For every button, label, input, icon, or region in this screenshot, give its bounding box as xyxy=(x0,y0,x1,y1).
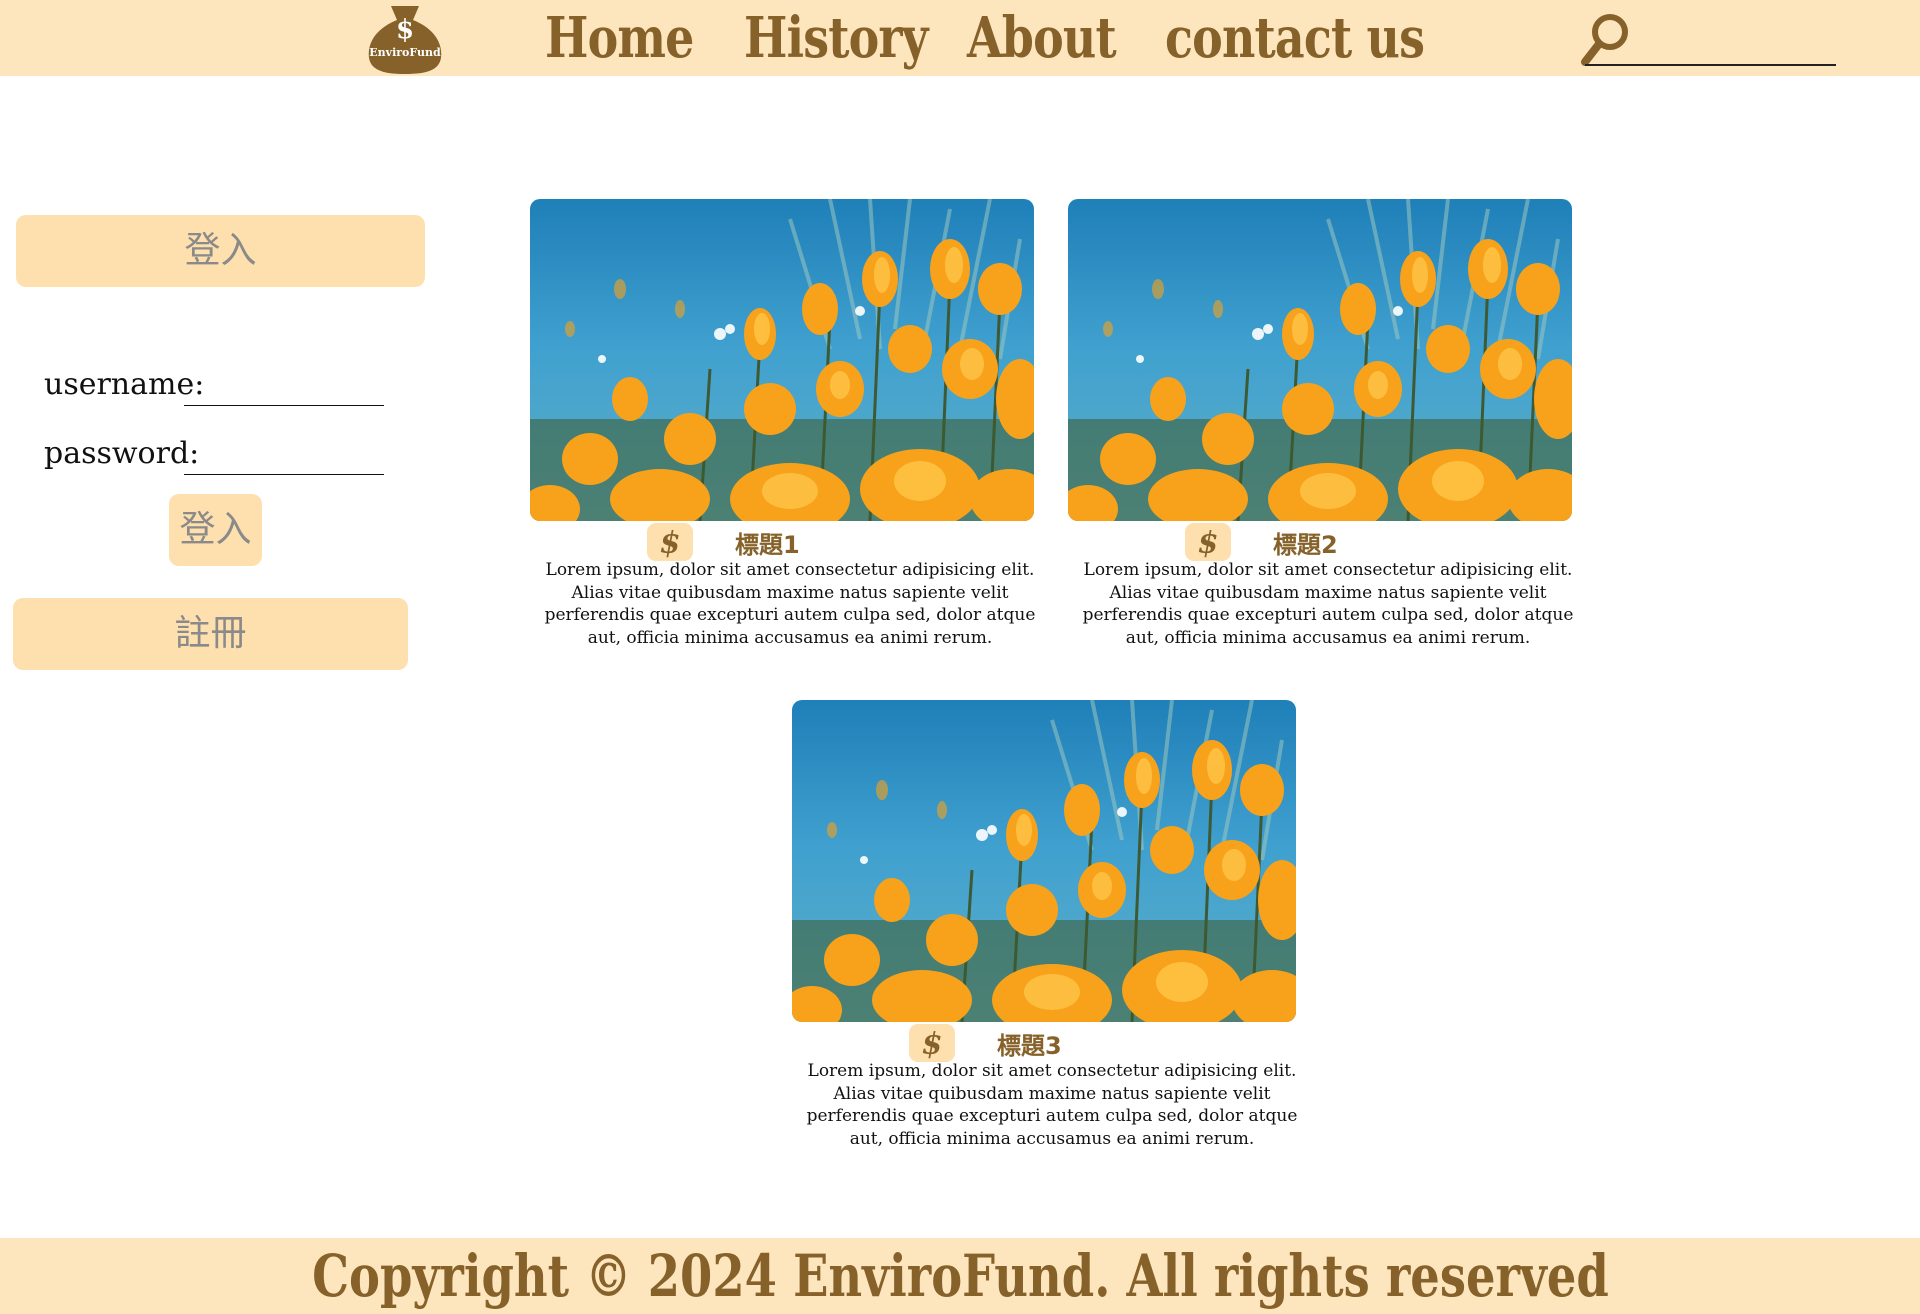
flower-photo xyxy=(1068,199,1572,521)
username-label: username: xyxy=(44,367,205,402)
card-image[interactable] xyxy=(530,199,1034,521)
search-input[interactable] xyxy=(1640,24,1834,62)
nav-history[interactable]: History xyxy=(744,6,928,70)
register-button[interactable]: 註冊 xyxy=(13,598,408,670)
footer: Copyright © 2024 EnviroFund. All rights … xyxy=(0,1238,1920,1314)
card-description: Lorem ipsum, dolor sit amet consectetur … xyxy=(544,560,1036,648)
card-description: Lorem ipsum, dolor sit amet consectetur … xyxy=(1082,560,1574,648)
card-title: 標題3 xyxy=(997,1032,1062,1060)
card-title: 標題2 xyxy=(1273,531,1338,559)
flower-photo xyxy=(792,700,1296,1022)
top-nav-bar: $ EnviroFund Home History About contact … xyxy=(0,0,1920,76)
dollar-icon[interactable] xyxy=(1185,523,1231,561)
dollar-icon[interactable] xyxy=(909,1024,955,1062)
copyright-text: Copyright © 2024 EnviroFund. All rights … xyxy=(311,1242,1609,1310)
card-title: 標題1 xyxy=(735,531,800,559)
money-bag-icon: $ EnviroFund xyxy=(368,6,442,74)
nav-about[interactable]: About xyxy=(967,6,1117,70)
search-icon[interactable] xyxy=(1580,10,1632,66)
password-field[interactable] xyxy=(186,437,386,475)
login-header-button[interactable]: 登入 xyxy=(16,215,425,287)
dollar-icon[interactable] xyxy=(647,523,693,561)
svg-text:$: $ xyxy=(396,15,414,45)
card-image[interactable] xyxy=(1068,199,1572,521)
search-underline xyxy=(1585,64,1836,66)
password-label: password: xyxy=(44,436,200,471)
nav-contact-us[interactable]: contact us xyxy=(1165,6,1425,70)
flower-photo xyxy=(530,199,1034,521)
nav-home[interactable]: Home xyxy=(545,6,694,70)
card-image[interactable] xyxy=(792,700,1296,1022)
password-underline xyxy=(184,474,384,475)
username-underline xyxy=(184,405,384,406)
logo[interactable]: $ EnviroFund xyxy=(367,2,443,74)
card-description: Lorem ipsum, dolor sit amet consectetur … xyxy=(806,1061,1298,1149)
login-button[interactable]: 登入 xyxy=(169,494,262,566)
username-field[interactable] xyxy=(186,368,386,406)
logo-text: EnviroFund xyxy=(369,46,441,59)
